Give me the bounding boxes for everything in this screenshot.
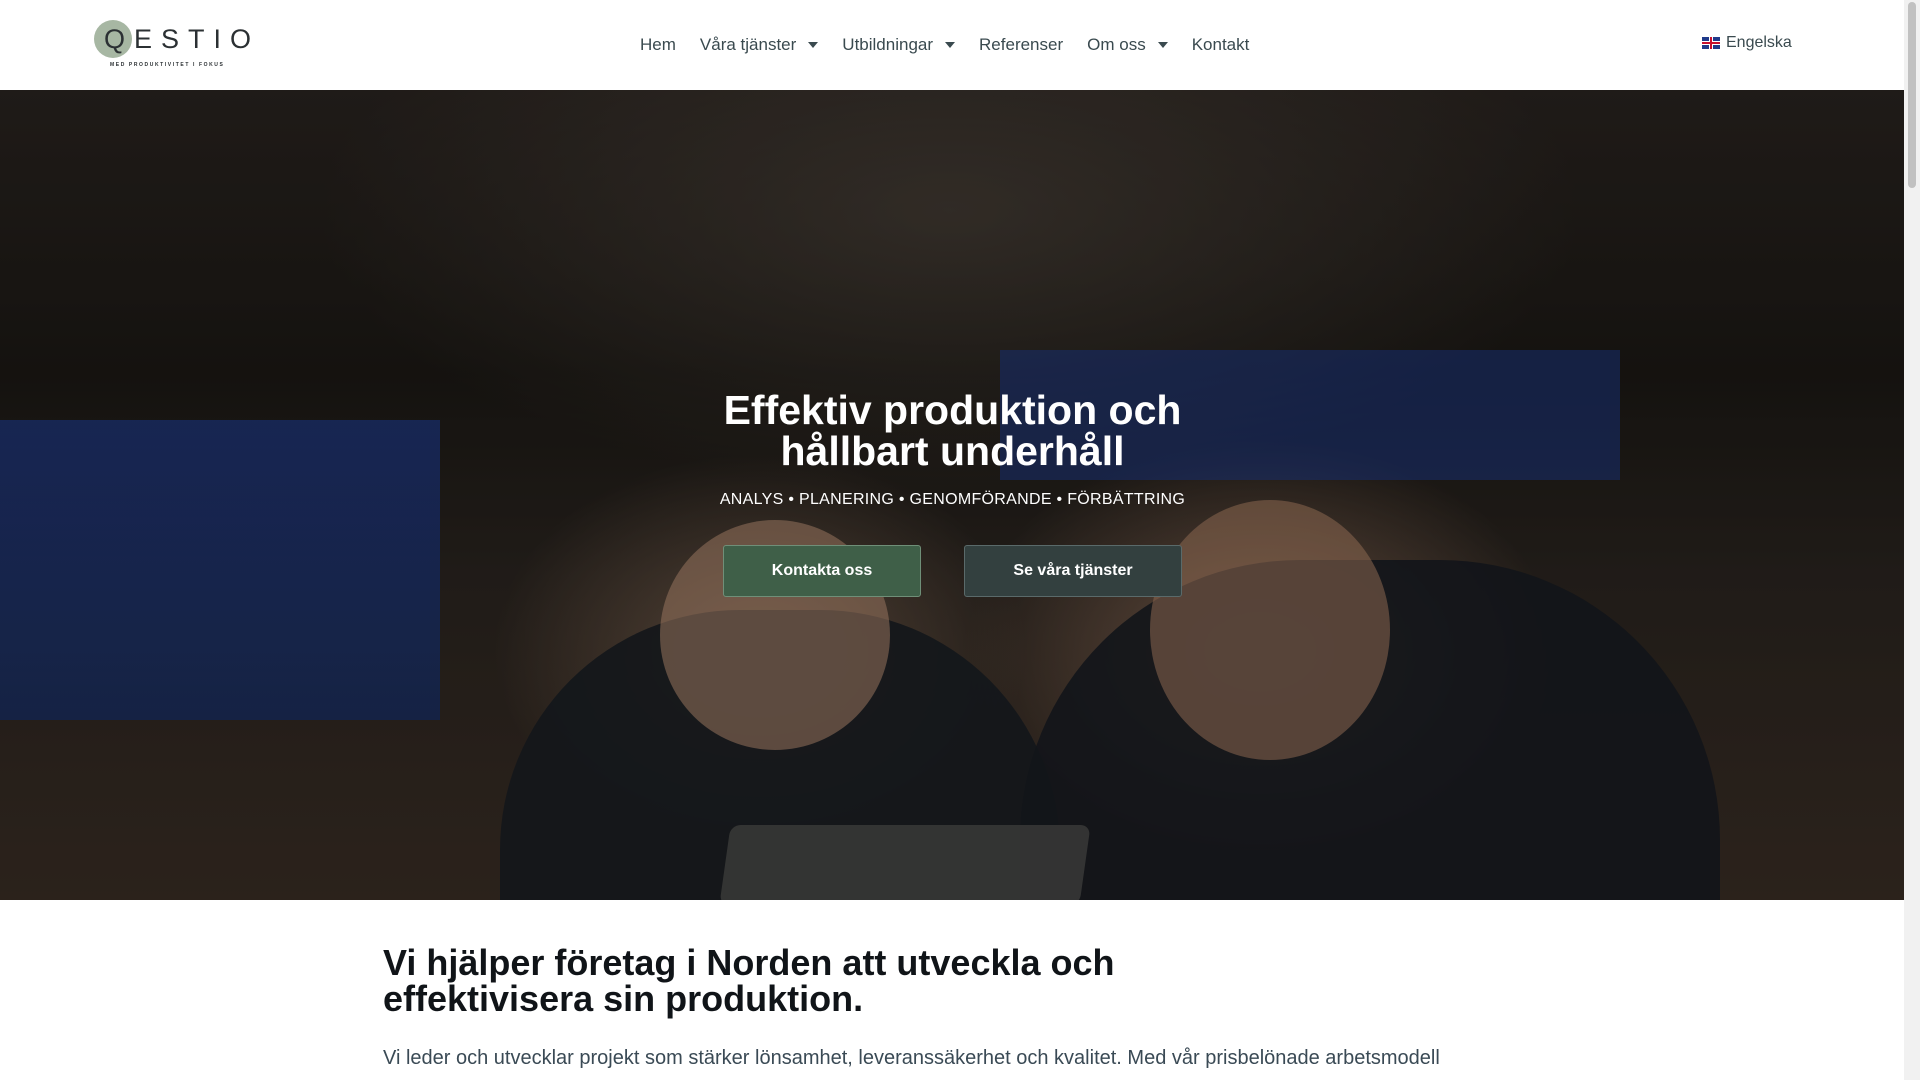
scrollbar-thumb[interactable] (1908, 2, 1916, 188)
nav-item-label: Referenser (979, 35, 1064, 54)
nav-item-hem[interactable]: Hem (640, 35, 676, 55)
nav-item-label: Kontakt (1191, 35, 1250, 54)
hero-title: Effektiv produktion och hållbart underhå… (723, 387, 1182, 474)
contact-us-button[interactable]: Kontakta oss (723, 545, 921, 597)
hero-section: Effektiv produktion och hållbart underhå… (0, 90, 1904, 900)
hero-content: Effektiv produktion och hållbart underhå… (0, 90, 1904, 900)
intro-heading: Vi hjälper företag i Norden att utveckla… (383, 942, 1115, 1019)
nav-item-om-oss[interactable]: Om oss (1087, 35, 1168, 55)
site-header: QESTIO MED PRODUKTIVITET I FOKUS Hem Vår… (0, 0, 1904, 90)
chevron-down-icon[interactable] (1157, 42, 1168, 48)
language-switcher[interactable]: Engelska (1702, 34, 1792, 52)
hero-subtitle: ANALYS • PLANERING • GENOMFÖRANDE • FÖRB… (719, 491, 1186, 508)
nav-item-vara-tjanster[interactable]: Våra tjänster (699, 35, 819, 55)
nav-item-referenser[interactable]: Referenser (979, 35, 1063, 55)
chevron-down-icon[interactable] (945, 42, 956, 48)
logo-text: QESTIO (104, 24, 261, 54)
intro-paragraph: Vi leder och utvecklar projekt som stärk… (383, 1047, 1440, 1069)
see-services-button[interactable]: Se våra tjänster (964, 545, 1182, 597)
language-label: Engelska (1726, 34, 1792, 51)
nav-item-kontakt[interactable]: Kontakt (1192, 35, 1250, 55)
nav-item-label: Utbildningar (842, 35, 934, 54)
intro-section: Vi hjälper företag i Norden att utveckla… (0, 900, 1904, 1080)
chevron-down-icon[interactable] (808, 42, 819, 48)
nav-item-label: Om oss (1087, 35, 1146, 54)
page-scrollbar[interactable] (1904, 0, 1920, 1080)
logo-tagline: MED PRODUKTIVITET I FOKUS (110, 62, 225, 68)
nav-item-label: Våra tjänster (699, 35, 797, 54)
uk-flag-icon (1702, 37, 1720, 49)
main-nav: Hem Våra tjänster Utbildningar Referense… (640, 30, 1273, 60)
nav-item-label: Hem (640, 35, 676, 54)
site-logo[interactable]: QESTIO MED PRODUKTIVITET I FOKUS (94, 20, 251, 72)
nav-item-utbildningar[interactable]: Utbildningar (842, 35, 956, 55)
